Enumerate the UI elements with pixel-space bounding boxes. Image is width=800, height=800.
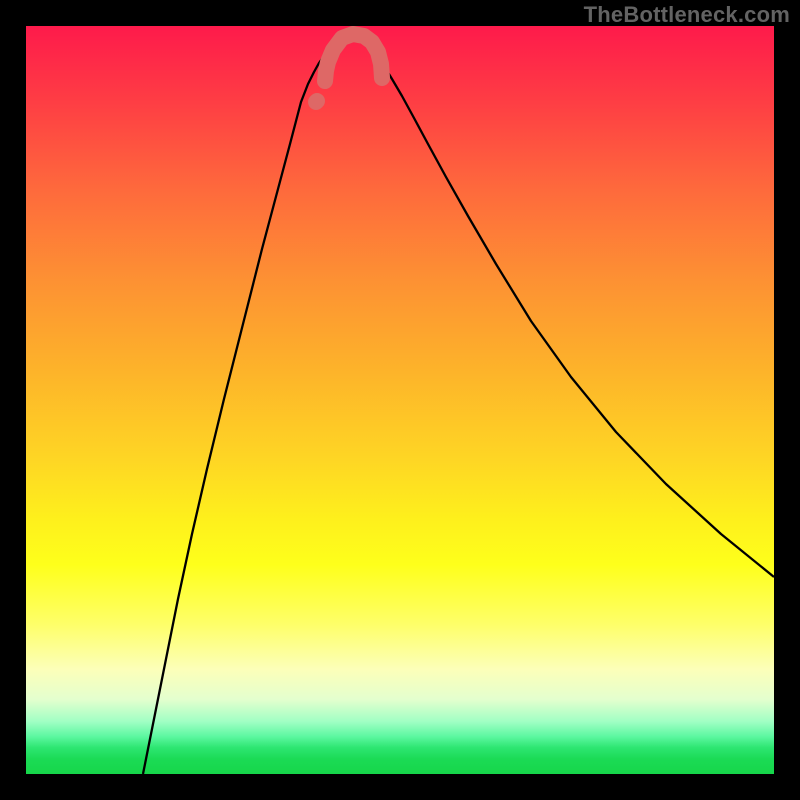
watermark-label: TheBottleneck.com: [584, 2, 790, 28]
chart-area: [26, 26, 774, 774]
series-right-branch: [378, 56, 774, 577]
bottleneck-curve-plot: [26, 26, 774, 774]
series-left-branch: [143, 56, 324, 774]
series-valley-highlight-dot: [316, 101, 317, 102]
series-valley-highlight-main: [325, 34, 382, 81]
